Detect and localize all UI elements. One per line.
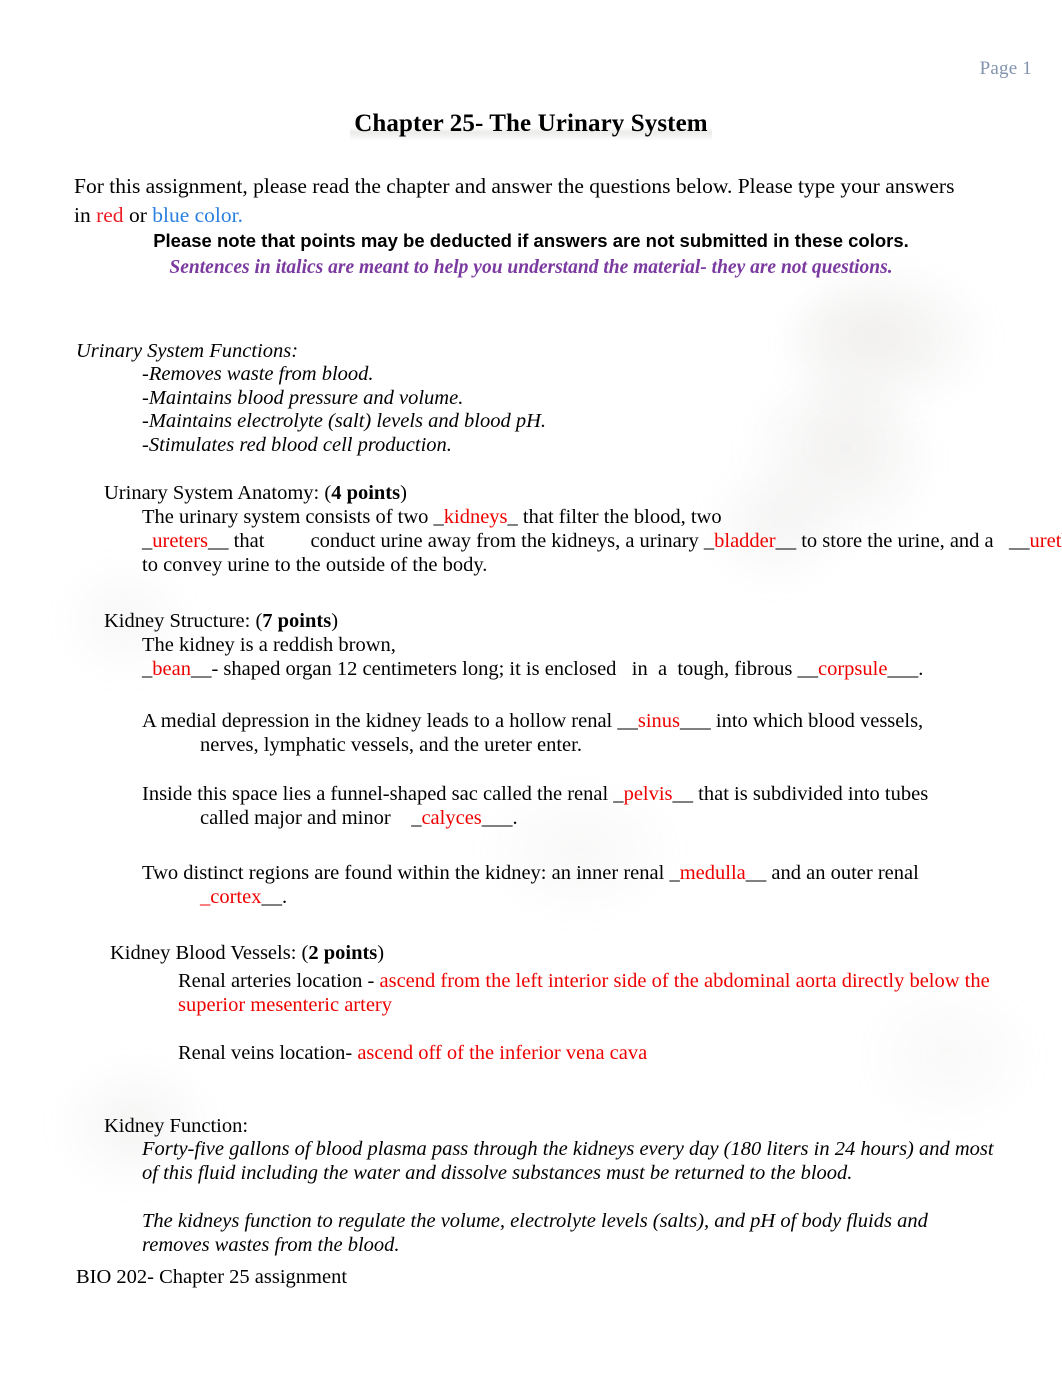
blank-underscore: __ [672,783,694,805]
page-number: Page 1 [979,58,1032,79]
anatomy-text-3: that conduct urine away from the kidneys… [228,529,704,552]
renal-arteries-line: Renal arteries location - ascend from th… [178,970,990,1018]
list-item: -Maintains blood pressure and volume. [142,386,464,409]
ks-p3-continuation: called major and minor _calyces___. [142,807,942,831]
section-heading-anatomy-label: Urinary System Anatomy: ( [104,482,332,504]
section-heading-kidney-blood-vessels: Kidney Blood Vessels: (2 points) [110,942,384,966]
intro-blue-word: blue color. [152,203,243,227]
anatomy-text-1: The urinary system consists of two [142,506,434,528]
ks-p2-text-2: into which blood vessels, [710,710,924,732]
kidney-function-paragraph-2: The kidneys function to regulate the vol… [142,1210,928,1256]
document-footer: BIO 202- Chapter 25 assignment [76,1266,348,1288]
ks-p1-text-2: - shaped organ 12 centimeters long; it i… [211,657,818,680]
section-heading-kbv-label: Kidney Blood Vessels: ( [110,942,309,964]
section-heading-kidney-function: Kidney Function: [104,1115,249,1137]
kidney-structure-paragraph-3: Inside this space lies a funnel-shaped s… [142,783,942,831]
list-item: -Maintains electrolyte (salt) levels and… [142,410,547,433]
blank-underscore: __ [190,657,212,680]
ks-p1-text-1: The kidney is a reddish brown, [142,634,396,656]
ks-p1-text-3: . [918,657,924,680]
answer-blank-medulla[interactable]: medulla [680,862,746,884]
ks-p3-cont-text-2: . [512,806,518,829]
blank-underscore: ___ [887,657,919,680]
ks-p2-text-1: A medial depression in the kidney leads … [142,710,638,732]
blank-underscore: ___ [680,710,711,732]
ks-p4-continuation: _cortex__. [142,886,942,910]
scan-artifact [790,270,1000,420]
page-title-text: Chapter 25- The Urinary System [350,110,712,141]
ks-p3-text-2: that is subdivided into tubes [693,783,929,805]
section-points-anatomy: 4 points [331,482,401,504]
ks-p4-text-1: Two distinct regions are found within th… [142,862,680,884]
blank-underscore: _ [142,529,153,552]
section-heading-kbv-close: ) [377,942,385,964]
answer-blank-cortex[interactable]: cortex [210,886,261,908]
anatomy-answer-paragraph: The urinary system consists of two _kidn… [142,506,1062,577]
ks-p3-text-1: Inside this space lies a funnel-shaped s… [142,783,624,805]
section-points-kidney-structure: 7 points [262,610,332,632]
blank-underscore: _ [703,529,715,552]
anatomy-text-5: to convey urine to the outside of the bo… [142,553,488,576]
functions-list: -Removes waste from blood. -Maintains bl… [142,363,546,457]
section-heading-kidney-structure: Kidney Structure: (7 points) [104,610,338,634]
ks-p4-cont-text-2: . [281,885,288,908]
deduction-note: Please note that points may be deducted … [153,230,909,251]
section-heading-functions: Urinary System Functions: [76,340,299,362]
answer-renal-veins-location[interactable]: ascend off of the inferior vena cava [357,1042,647,1064]
section-heading-anatomy: Urinary System Anatomy: (4 points) [104,482,407,506]
ks-p2-continuation: nerves, lymphatic vessels, and the urete… [200,733,582,756]
kidney-structure-paragraph-1: The kidney is a reddish brown, _bean__- … [142,634,997,682]
answer-blank-urethra[interactable]: urethra [1030,530,1062,552]
blank-underscore: __ [208,529,229,552]
ks-p4-text-2: and an outer renal [766,862,919,884]
blank-underscore: ___ [481,806,513,829]
answer-blank-bean[interactable]: bean [152,658,191,680]
ks-p3-cont-text-1: called major and minor _ [200,806,422,829]
intro-text-b: or [123,203,153,227]
anatomy-text-4: to store the urine, and a __ [796,529,1030,552]
answer-blank-pelvis[interactable]: pelvis [624,783,673,805]
section-heading-anatomy-close: ) [400,482,407,504]
intro-red-word: red [96,203,124,227]
section-heading-ks-close: ) [331,610,339,632]
section-points-kidney-blood-vessels: 2 points [308,942,378,964]
answer-blank-corpsule[interactable]: corpsule [818,658,887,680]
blank-underscore: _ [200,885,211,908]
blank-underscore: _ [507,506,518,528]
answer-blank-kidneys[interactable]: kidneys [444,506,508,528]
renal-veins-label: Renal veins location- [178,1042,358,1064]
kidney-structure-paragraph-2: A medial depression in the kidney leads … [142,710,942,758]
kidney-function-paragraph-1: Forty-five gallons of blood plasma pass … [142,1138,994,1184]
answer-blank-ureters[interactable]: ureters [152,530,208,552]
answer-blank-calyces[interactable]: calyces [421,807,481,829]
blank-underscore: __ [745,862,767,884]
renal-veins-line: Renal veins location- ascend off of the … [178,1042,990,1066]
blank-underscore: __ [775,529,797,552]
page-title: Chapter 25- The Urinary System [0,110,1062,141]
intro-paragraph: For this assignment, please read the cha… [74,172,974,230]
anatomy-text-2: that filter the blood, two [517,506,722,528]
blank-underscore: __ [261,885,282,908]
answer-blank-sinus[interactable]: sinus [638,710,680,732]
renal-arteries-label: Renal arteries location - [178,970,380,992]
list-item: -Removes waste from blood. [142,363,374,385]
section-heading-ks-label: Kidney Structure: ( [104,610,263,632]
italics-explanation-note: Sentences in italics are meant to help y… [169,257,893,278]
kidney-structure-paragraph-4: Two distinct regions are found within th… [142,862,942,910]
answer-blank-bladder[interactable]: bladder [714,530,775,552]
list-item: -Stimulates red blood cell production. [142,433,452,456]
blank-underscore: _ [433,506,444,528]
blank-underscore: _ [142,657,153,680]
